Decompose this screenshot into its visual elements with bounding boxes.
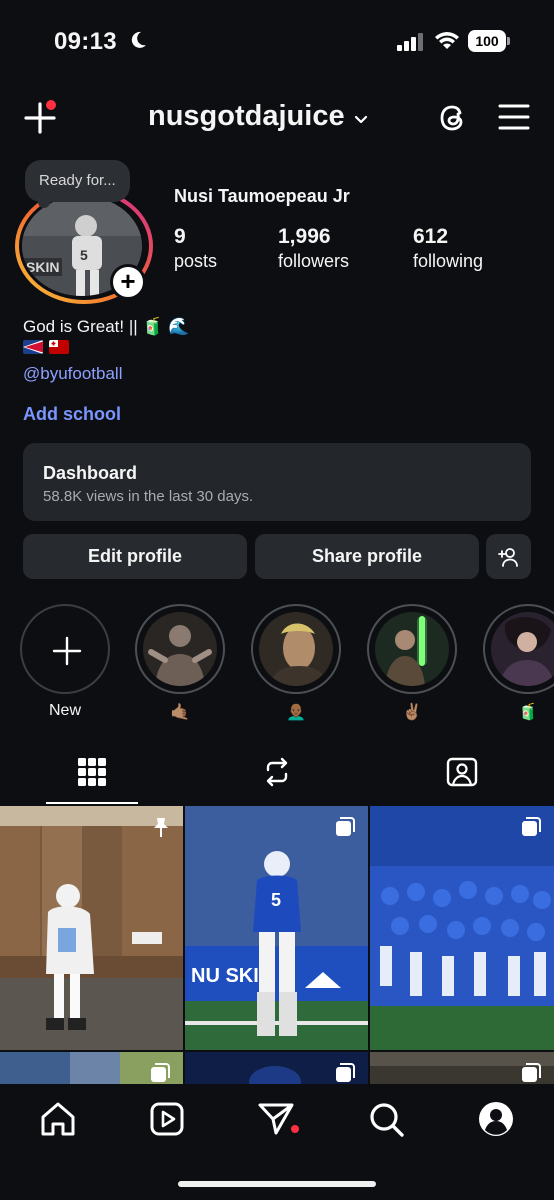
- battery-level: 100: [468, 30, 506, 52]
- chevron-down-icon: [354, 115, 367, 123]
- dashboard-title: Dashboard: [43, 463, 138, 483]
- stat-followers[interactable]: 1,996 followers: [278, 224, 349, 272]
- discover-people-button[interactable]: [486, 534, 531, 579]
- messages-notification-dot: [291, 1125, 299, 1133]
- stat-following[interactable]: 612 following: [413, 224, 483, 272]
- highlight-item[interactable]: 👨🏾‍🦲: [251, 604, 341, 722]
- grid-icon: [78, 758, 106, 786]
- tab-posts-grid[interactable]: [0, 746, 184, 804]
- battery-cap: [507, 37, 510, 45]
- tab-tagged[interactable]: [370, 746, 554, 804]
- highlight-circle: [483, 604, 554, 694]
- svg-text:5: 5: [80, 247, 88, 263]
- post-thumbnail[interactable]: NU SKIN 5: [185, 806, 368, 1050]
- home-indicator[interactable]: [178, 1181, 376, 1187]
- highlight-circle: [251, 604, 341, 694]
- carousel-icon: [522, 817, 541, 836]
- highlight-circle: [135, 604, 225, 694]
- highlight-label: New: [48, 702, 81, 719]
- post-image: NU SKIN 5: [185, 806, 368, 1050]
- tonga-flag-icon: [49, 340, 69, 354]
- posts-grid: NU SKIN 5: [0, 806, 554, 1092]
- highlight-new-circle: [20, 604, 110, 694]
- tab-reposts[interactable]: [185, 746, 369, 804]
- svg-text:5: 5: [271, 890, 281, 910]
- account-switcher[interactable]: nusgotdajuice: [148, 100, 369, 133]
- plus-icon: [52, 636, 82, 666]
- highlight-label: 👨🏾‍🦲: [286, 704, 306, 721]
- highlight-label: 🧃: [518, 704, 538, 721]
- bio-text: God is Great! || 🧃 🌊: [23, 317, 190, 336]
- carousel-icon: [522, 1063, 541, 1082]
- post-image: [0, 806, 183, 1050]
- stat-posts[interactable]: 9 posts: [174, 224, 217, 272]
- carousel-icon: [151, 1063, 170, 1082]
- hamburger-menu-icon[interactable]: [498, 103, 530, 131]
- post-thumbnail[interactable]: [370, 806, 554, 1050]
- stat-value: 612: [413, 225, 449, 248]
- stat-label: following: [413, 251, 484, 271]
- search-icon[interactable]: [366, 1099, 406, 1139]
- bio-flags: [23, 340, 69, 354]
- messages-send-icon[interactable]: [256, 1099, 296, 1139]
- cellular-signal-icon: [397, 33, 423, 51]
- profile-tabs: [0, 746, 554, 804]
- battery-indicator: 100: [468, 30, 510, 52]
- carousel-icon: [336, 817, 355, 836]
- highlight-label: 🤙🏽: [170, 704, 190, 721]
- professional-dashboard[interactable]: Dashboard 58.8K views in the last 30 day…: [23, 443, 531, 521]
- notification-dot: [46, 100, 56, 110]
- dashboard-subtitle: 58.8K views in the last 30 days.: [43, 488, 254, 505]
- highlight-item[interactable]: ✌🏽: [367, 604, 457, 722]
- threads-icon[interactable]: [436, 101, 470, 135]
- clock: 09:13: [54, 28, 117, 55]
- highlight-circle: [367, 604, 457, 694]
- highlight-new[interactable]: New: [20, 604, 110, 720]
- edit-profile-button[interactable]: Edit profile: [23, 534, 247, 579]
- stat-value: 1,996: [278, 225, 331, 248]
- carousel-icon: [336, 1063, 355, 1082]
- stat-value: 9: [174, 225, 186, 248]
- highlight-cover-image: [143, 612, 217, 686]
- full-name: Nusi Taumoepeau Jr: [174, 186, 350, 206]
- tagged-person-icon: [446, 757, 478, 787]
- highlight-item[interactable]: 🤙🏽: [135, 604, 225, 722]
- svg-text:SKIN: SKIN: [26, 259, 59, 275]
- active-tab-indicator: [46, 802, 138, 804]
- highlight-cover-image: [491, 612, 554, 686]
- username-title: nusgotdajuice: [148, 100, 345, 132]
- home-icon[interactable]: [38, 1099, 78, 1139]
- add-story-button[interactable]: +: [110, 264, 146, 300]
- repost-icon: [266, 757, 288, 787]
- add-school-link[interactable]: Add school: [23, 404, 121, 425]
- reels-icon[interactable]: [147, 1099, 187, 1139]
- share-profile-button[interactable]: Share profile: [255, 534, 479, 579]
- post-image: [370, 806, 554, 1050]
- highlight-item[interactable]: 🧃: [483, 604, 554, 722]
- american-samoa-flag-icon: [23, 340, 43, 354]
- profile-link[interactable]: @byufootball: [23, 364, 123, 384]
- highlight-cover-image: [259, 612, 333, 686]
- profile-tab-avatar-icon[interactable]: [476, 1099, 516, 1139]
- highlight-label: ✌🏽: [402, 704, 422, 721]
- post-thumbnail[interactable]: [0, 806, 183, 1050]
- pinned-icon: [154, 818, 168, 837]
- moon-icon: [131, 31, 146, 48]
- stat-label: posts: [174, 251, 218, 271]
- wifi-icon: [435, 32, 459, 49]
- stat-label: followers: [278, 251, 350, 271]
- profile-note[interactable]: Ready for...: [25, 160, 130, 202]
- add-person-icon: [498, 548, 518, 567]
- highlight-cover-image: [375, 612, 449, 686]
- status-bar: 09:13 100: [0, 0, 554, 84]
